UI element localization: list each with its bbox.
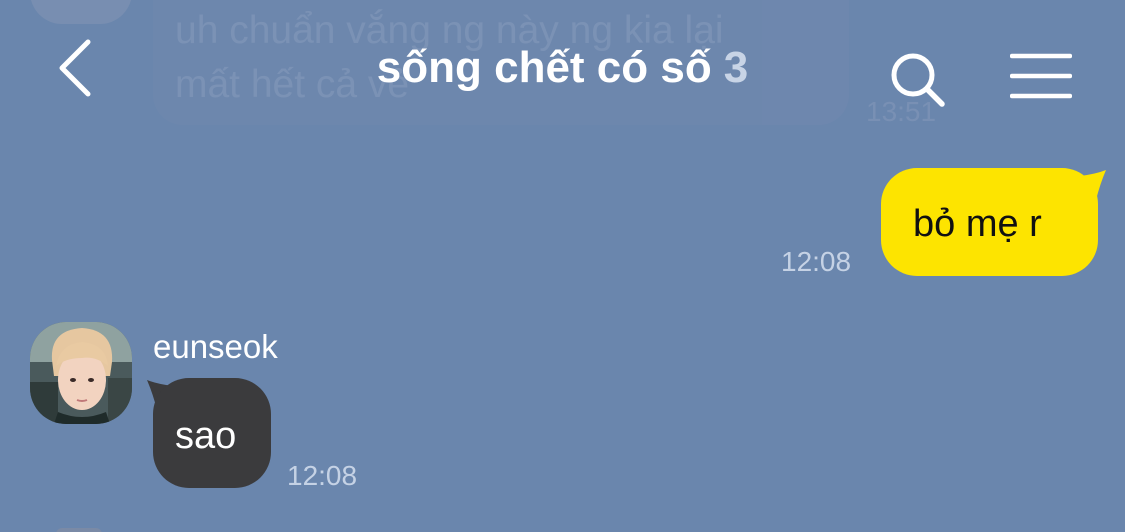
- chat-title: sống chết có số 3: [0, 40, 1125, 96]
- chat-area[interactable]: uh chuẩn vắng ng này ng kia lại mất hết …: [0, 0, 1125, 532]
- chat-header: sống chết có số 3: [0, 0, 1125, 140]
- member-count: 3: [723, 43, 749, 92]
- my-message-time: 12:08: [781, 246, 852, 277]
- next-avatar: [56, 528, 102, 532]
- chat-title-text: sống chết có số: [376, 43, 712, 92]
- search-icon[interactable]: [888, 50, 948, 110]
- my-message-bubble[interactable]: bỏ mẹ r: [881, 168, 1098, 276]
- hamburger-menu-icon[interactable]: [1009, 52, 1073, 100]
- avatar[interactable]: [30, 322, 132, 424]
- other-message-time: 12:08: [287, 460, 358, 491]
- sender-name[interactable]: eunseok: [153, 328, 278, 366]
- other-message-bubble[interactable]: sao: [153, 378, 271, 488]
